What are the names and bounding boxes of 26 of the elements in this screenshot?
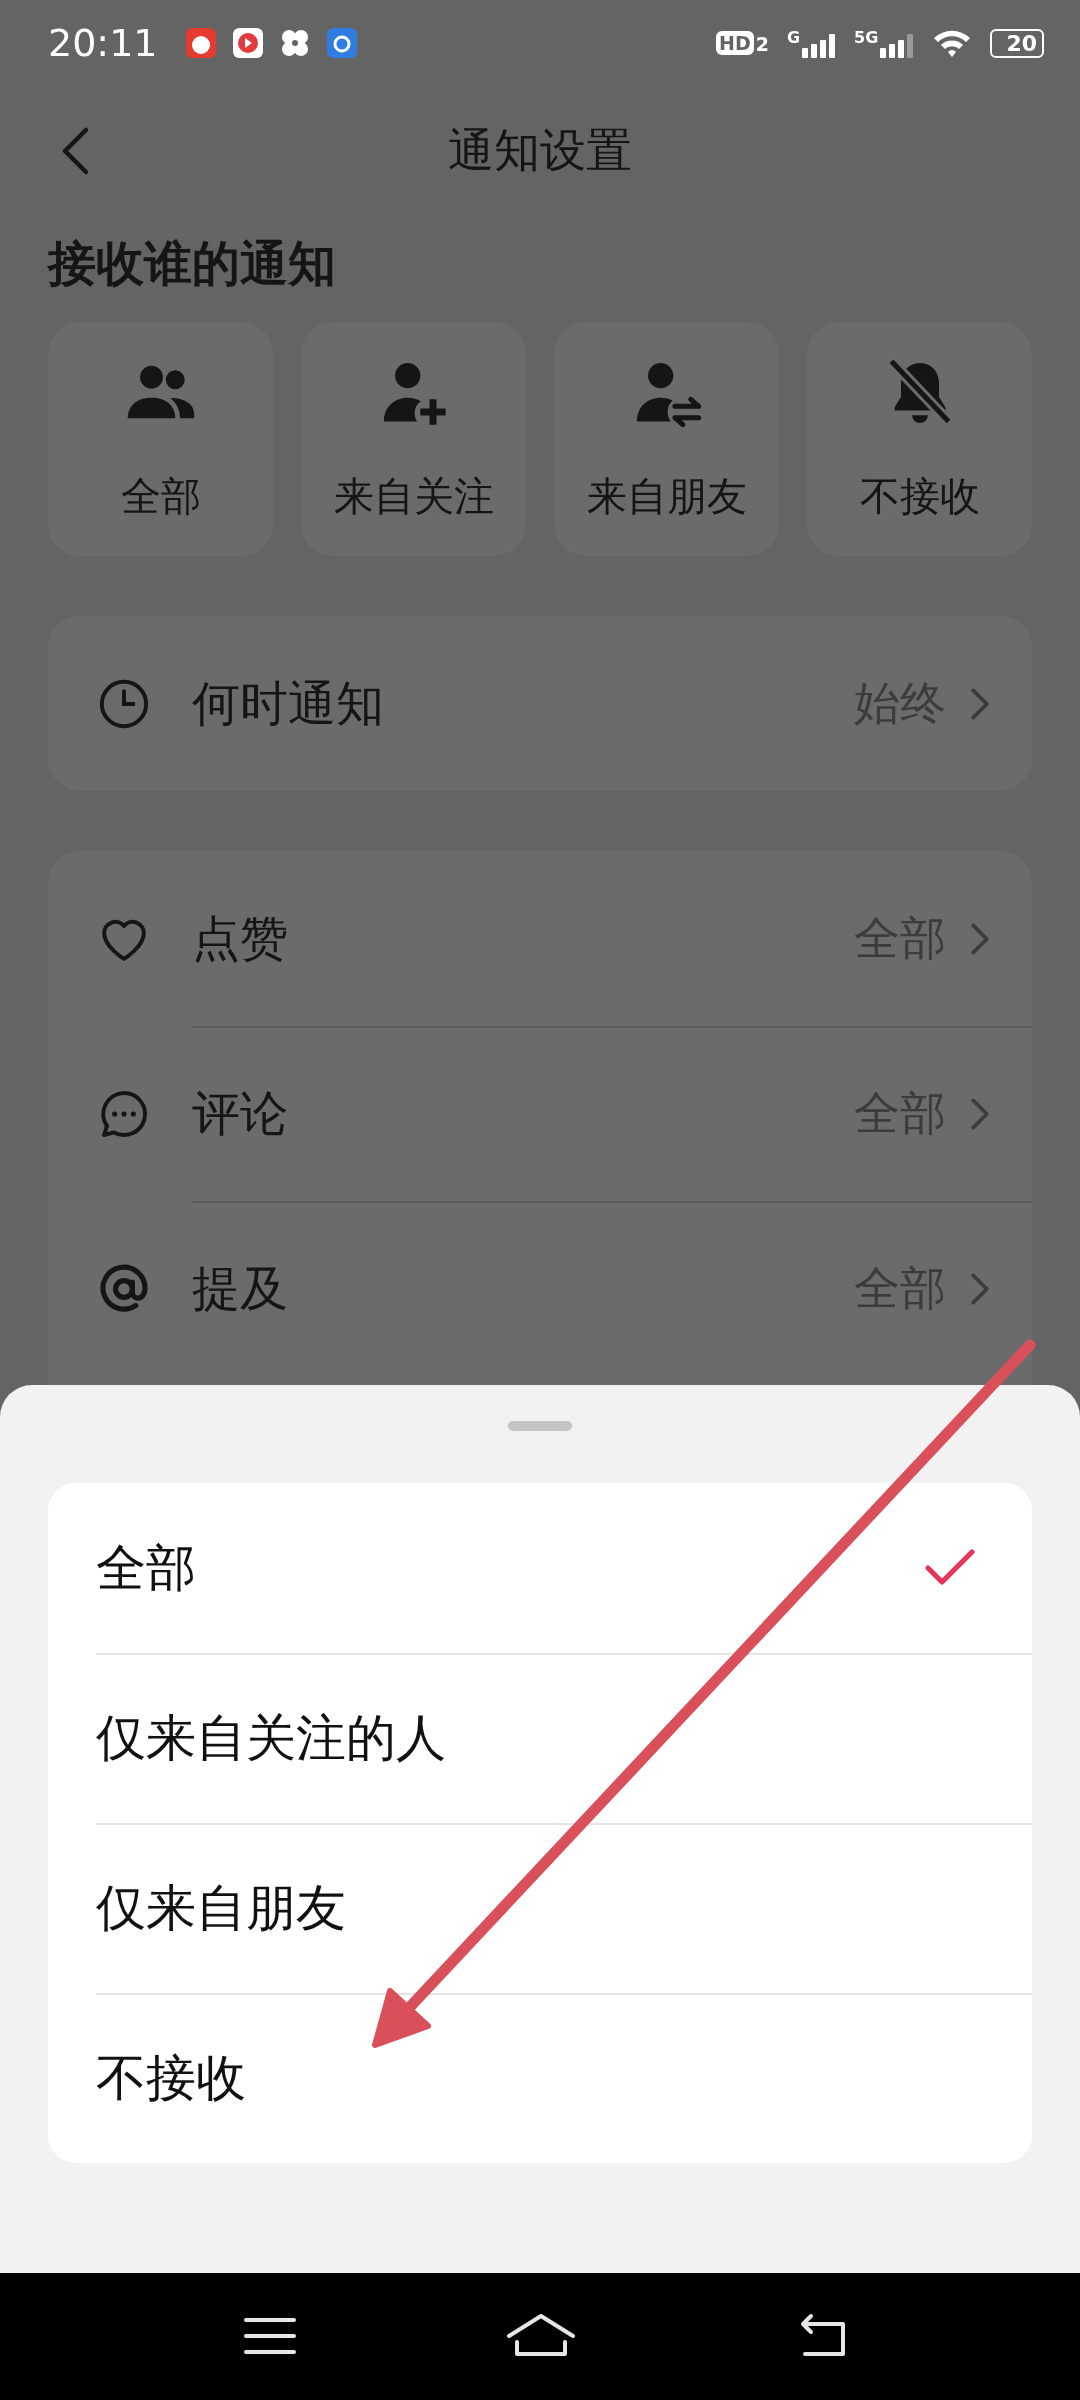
network-label: G — [786, 28, 801, 47]
video-notification-icon — [232, 28, 263, 58]
chevron-icon — [968, 1096, 992, 1131]
status-time: 20:11 — [48, 21, 158, 65]
network-label: 5G — [854, 28, 879, 47]
source-option[interactable]: 不接收 — [807, 322, 1032, 556]
page-title: 通知设置 — [448, 122, 632, 179]
battery-indicator: 20 — [990, 28, 1044, 58]
hd-sub: 2 — [755, 33, 769, 55]
fan-notification-icon — [279, 28, 310, 58]
chevron-icon — [968, 686, 992, 721]
hd-badge: HD — [716, 31, 754, 55]
app-notification-icon — [185, 28, 216, 58]
source-option[interactable]: 来自关注 — [301, 322, 526, 556]
option-item[interactable]: 全部 — [48, 1483, 1032, 1653]
option-item[interactable]: 仅来自关注的人 — [48, 1653, 1032, 1823]
app-notification-icon — [326, 28, 357, 58]
option-item[interactable]: 不接收 — [48, 1993, 1032, 2163]
section-title: 接收谁的通知 — [48, 234, 337, 293]
source-option[interactable]: 来自朋友 — [554, 322, 779, 556]
chevron-icon — [968, 921, 992, 956]
source-option[interactable]: 全部 — [48, 322, 273, 556]
back-icon — [60, 126, 90, 176]
drag-handle[interactable] — [508, 1421, 572, 1431]
chevron-icon — [968, 1271, 992, 1306]
option-item[interactable]: 仅来自朋友 — [48, 1823, 1032, 1993]
